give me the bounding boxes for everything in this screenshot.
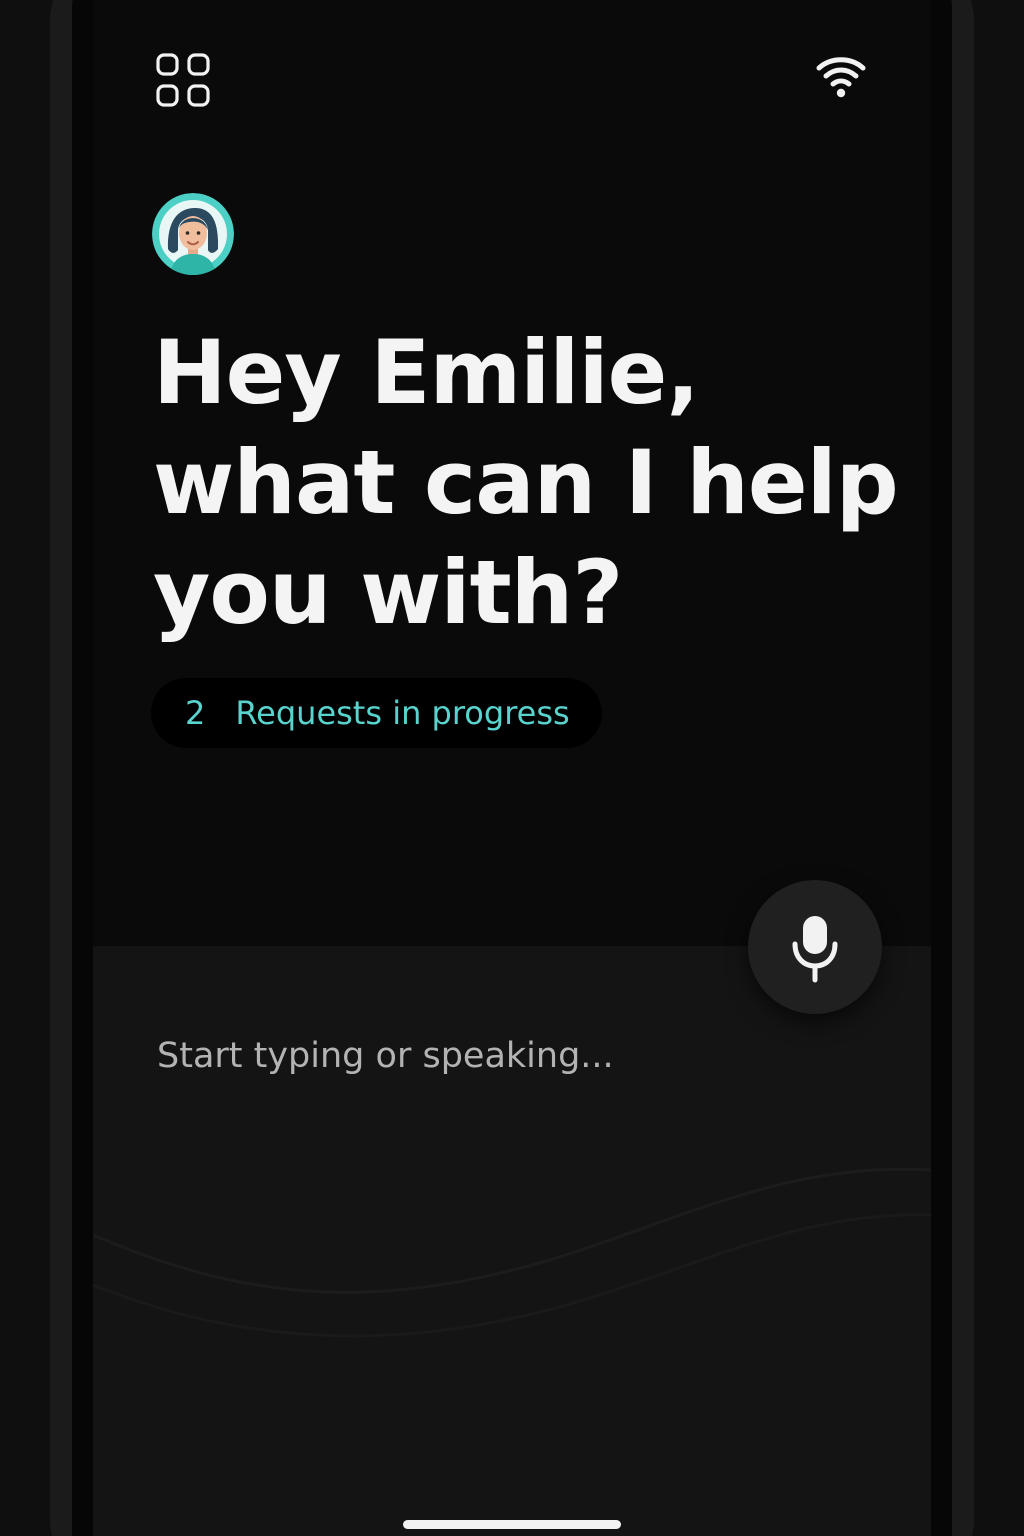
requests-count: 2 <box>185 694 206 732</box>
wifi-icon <box>816 57 866 98</box>
requests-in-progress-button[interactable]: 2 Requests in progress <box>151 678 602 748</box>
microphone-button[interactable] <box>748 880 882 1014</box>
wave-decoration <box>93 1167 931 1338</box>
greeting-line-3: you with? <box>153 541 623 644</box>
requests-label: Requests in progress <box>235 694 570 732</box>
greeting-line-2: what can I help <box>153 431 899 534</box>
apps-grid-icon[interactable] <box>155 52 211 108</box>
app-stage: Hey Emilie, what can I help you with? 2 … <box>0 0 1024 1536</box>
message-input[interactable]: Start typing or speaking... <box>157 1036 614 1076</box>
home-indicator[interactable] <box>403 1520 621 1529</box>
microphone-icon <box>792 916 838 983</box>
top-bar <box>93 0 931 120</box>
greeting-line-1: Hey Emilie, <box>153 321 700 424</box>
avatar-woman-icon <box>152 193 234 275</box>
greeting-heading: Hey Emilie, what can I help you with? <box>153 318 913 648</box>
assistant-avatar[interactable] <box>152 193 234 275</box>
assistant-screen: Hey Emilie, what can I help you with? 2 … <box>93 0 931 1536</box>
